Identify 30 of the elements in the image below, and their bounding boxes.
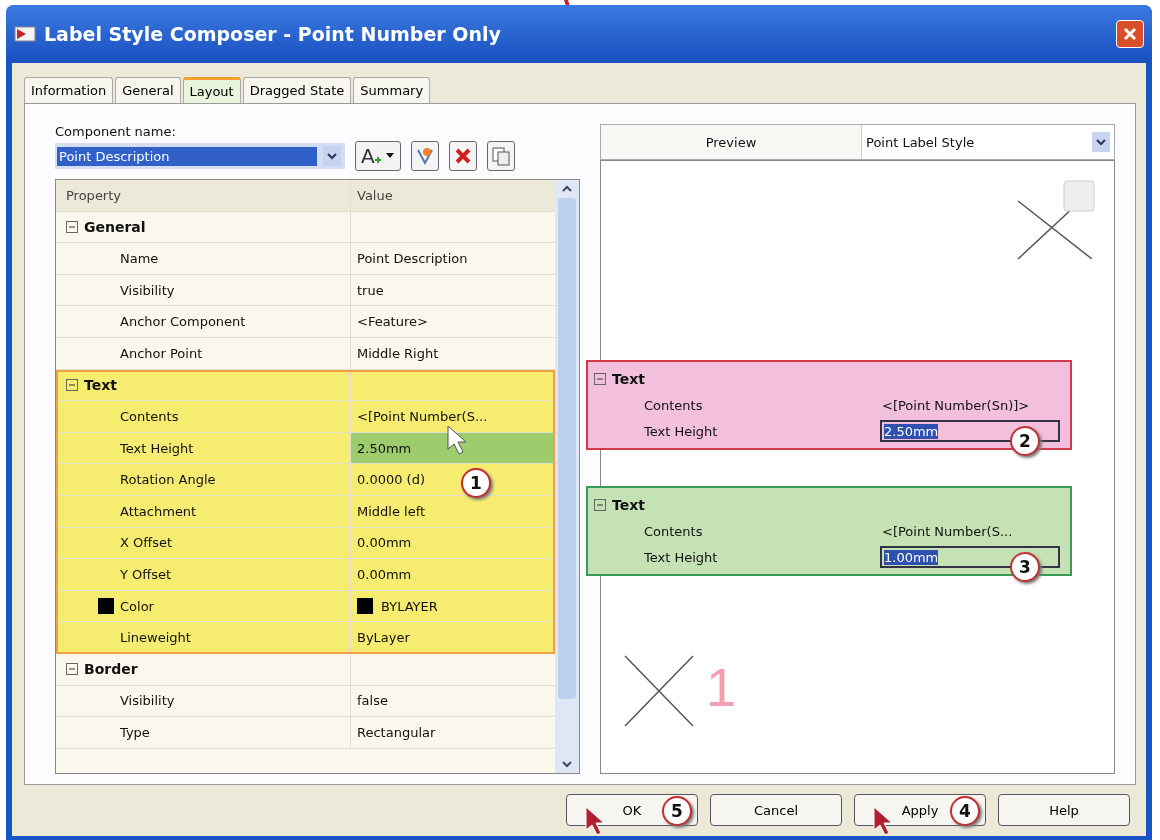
property-name: Color [120, 598, 154, 614]
window-title: Label Style Composer - Point Number Only [44, 23, 502, 45]
component-name-label: Component name: [55, 124, 177, 139]
property-name: Name [120, 251, 159, 266]
group-label: Text [84, 376, 117, 393]
property-name: Text Height [120, 440, 194, 456]
property-name: Y Offset [120, 566, 172, 582]
property-name: Text Height [644, 423, 719, 439]
property-name: Lineweight [120, 630, 191, 646]
callout-number: 2 [1010, 426, 1040, 456]
property-name: Attachment [120, 503, 197, 519]
property-name: Type [120, 724, 150, 740]
group-label: Border [84, 661, 138, 678]
group-label: Text [612, 371, 645, 387]
property-name: Contents [120, 408, 179, 424]
property-name: Contents [644, 523, 704, 539]
property-name: Anchor Point [120, 345, 203, 361]
property-name: Rotation Angle [120, 472, 216, 488]
column-header: Value [356, 186, 394, 205]
property-name: Anchor Component [120, 314, 246, 330]
property-name: Visibility [120, 693, 175, 709]
callout-number: 3 [1010, 552, 1040, 582]
property-name: Text Height [644, 549, 719, 565]
property-name: X Offset [120, 535, 173, 551]
column-header: Property [56, 180, 351, 211]
group-label: General [84, 218, 146, 235]
property-name: Contents [644, 397, 704, 413]
property-name: Visibility [120, 282, 175, 298]
group-label: Text [612, 497, 645, 513]
point-number-label: 1 [706, 656, 737, 718]
